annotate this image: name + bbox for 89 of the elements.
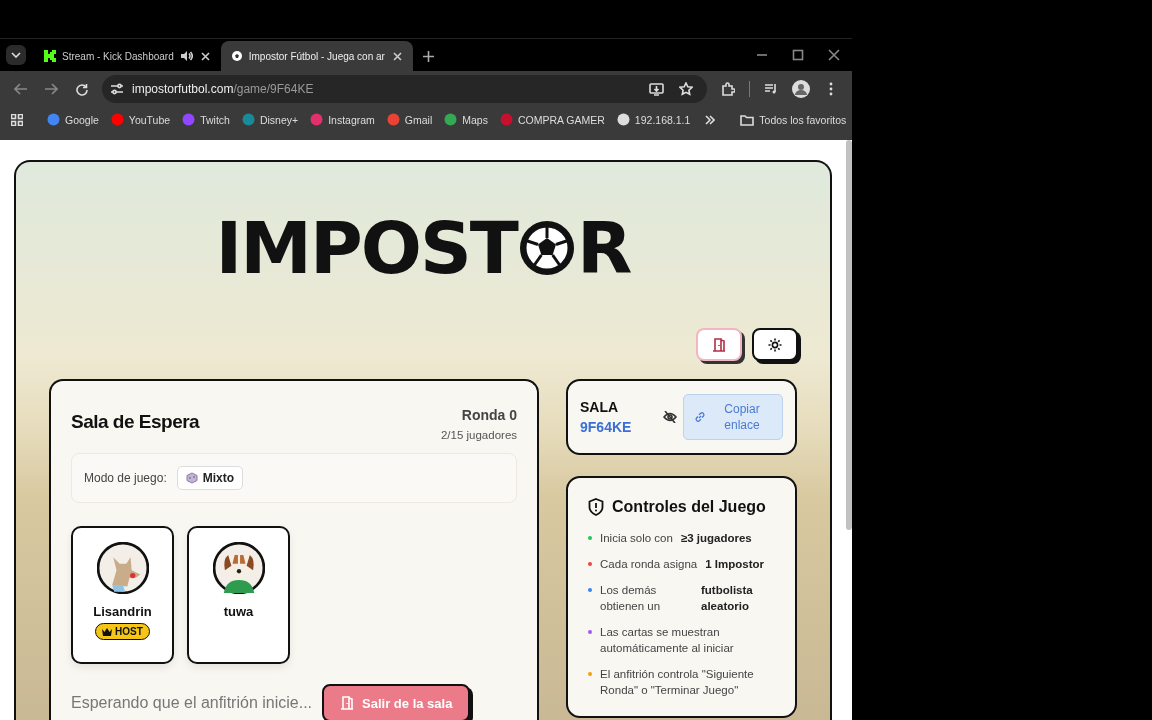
rule-text: Cada ronda asigna — [600, 557, 698, 572]
forward-arrow-icon — [44, 83, 58, 95]
mode-name: Mixto — [202, 471, 235, 485]
site-settings-icon — [110, 83, 124, 95]
favicon-icon — [182, 113, 196, 126]
all-bookmarks-button[interactable]: Todos los favoritos — [735, 111, 852, 128]
favicon-icon — [110, 113, 124, 126]
player-count: 2/15 jugadores — [440, 429, 518, 441]
tab-search-button[interactable] — [6, 45, 26, 65]
close-icon — [201, 51, 211, 61]
grid-icon — [11, 113, 23, 126]
rule-text: El anfitrión controla "Siguiente Ronda" o "Terminar Juego" — [600, 667, 755, 698]
playlist-icon — [764, 83, 778, 95]
link-icon — [694, 411, 706, 423]
close-icon — [393, 51, 403, 61]
favicon-icon — [47, 113, 60, 126]
soccer-ball-icon — [518, 220, 575, 276]
hide-code-button[interactable] — [663, 411, 677, 423]
dice-icon — [185, 472, 198, 484]
bookmark-link[interactable]: YouTube — [105, 111, 176, 128]
mode-label: Modo de juego: — [84, 471, 167, 485]
bookmark-link[interactable]: Disney+ — [236, 111, 304, 128]
round-label: Ronda 0 — [460, 407, 518, 423]
caret-icon — [11, 52, 21, 58]
favicon-icon — [616, 113, 630, 126]
browser-tab[interactable]: Stream - Kick Dashboard — [34, 41, 221, 71]
favicon-icon — [499, 113, 513, 126]
bookmark-link[interactable]: Google — [42, 111, 104, 128]
double-chevron-icon — [705, 114, 716, 125]
monitor-download-icon — [648, 82, 664, 96]
eye-off-icon — [663, 411, 677, 423]
player-name: tuwa — [223, 604, 254, 619]
bookmark-link[interactable]: Gmail — [381, 111, 438, 128]
rule-highlight: 1 Impostor — [705, 557, 764, 572]
plus-icon — [422, 51, 434, 62]
rule-text: Las cartas se muestran automáticamente al iniciar — [600, 625, 735, 656]
rule-text: Inicia solo con — [600, 531, 673, 546]
close-tab-button[interactable] — [198, 49, 213, 63]
crown-icon — [102, 627, 113, 636]
browser-tab[interactable]: Impostor Fútbol - Juega con ar — [220, 41, 413, 71]
back-arrow-icon — [14, 83, 28, 95]
ball-icon — [230, 50, 243, 62]
new-tab-button[interactable] — [422, 51, 434, 62]
tab-title: Impostor Fútbol - Juega con ar — [248, 50, 385, 62]
copy-link-button[interactable]: Copiar enlace — [683, 394, 783, 440]
lobby-title: Sala de Espera — [71, 411, 200, 433]
bookmark-link[interactable]: COMPRA GAMER — [494, 111, 610, 128]
mode-chip[interactable]: Mixto — [176, 466, 244, 490]
avatar-picture — [96, 542, 149, 594]
bookmark-link[interactable]: Instagram — [305, 111, 380, 128]
close-tab-button[interactable] — [390, 49, 405, 63]
rule-text: Los demás obtienen un — [600, 583, 662, 614]
maximize-icon — [792, 49, 804, 61]
favicon-icon — [241, 113, 255, 126]
puzzle-icon — [721, 82, 735, 96]
more-vertical-icon — [829, 82, 833, 96]
rule-highlight: ≥3 jugadores — [680, 531, 752, 546]
door-icon — [340, 696, 355, 710]
address-bar[interactable]: impostorfutbol.com/game/9F64KE — [102, 75, 707, 103]
avatar-picture — [212, 542, 265, 594]
room-label: SALA — [580, 399, 620, 415]
player-name: Lisandrin — [93, 604, 152, 619]
bookmark-link[interactable]: Twitch — [177, 111, 235, 128]
favicon-icon — [444, 113, 458, 126]
host-label: HOST — [115, 626, 143, 637]
favicon-icon — [310, 113, 324, 126]
k-logo-icon — [44, 50, 56, 62]
waiting-message: Esperando que el anfitrión inicie... — [71, 694, 313, 712]
shield-alert-icon — [588, 498, 605, 516]
rule-highlight: futbolista aleatorio — [701, 583, 754, 614]
logo-text: IMPOST — [215, 212, 517, 284]
reload-icon — [74, 82, 88, 96]
folder-icon — [740, 113, 755, 126]
theme-toggle-button[interactable] — [752, 328, 798, 361]
bookmark-link[interactable]: Maps — [439, 111, 493, 128]
avatar-icon — [792, 80, 810, 98]
controls-title: Controles del Juego — [612, 498, 766, 516]
logo-text: R — [576, 212, 631, 284]
favicon-icon — [386, 113, 400, 126]
sun-icon — [768, 337, 782, 352]
scrollbar[interactable] — [846, 140, 852, 530]
close-icon — [828, 49, 840, 61]
url-text: impostorfutbol.com/game/9F64KE — [132, 82, 314, 96]
bookmark-link[interactable]: 192.168.1.1 — [611, 111, 696, 128]
room-code: 9F64KE — [580, 419, 633, 435]
tab-title: Stream - Kick Dashboard — [62, 50, 174, 62]
exit-button[interactable] — [696, 328, 742, 361]
star-icon — [679, 82, 693, 96]
door-icon — [712, 337, 726, 352]
